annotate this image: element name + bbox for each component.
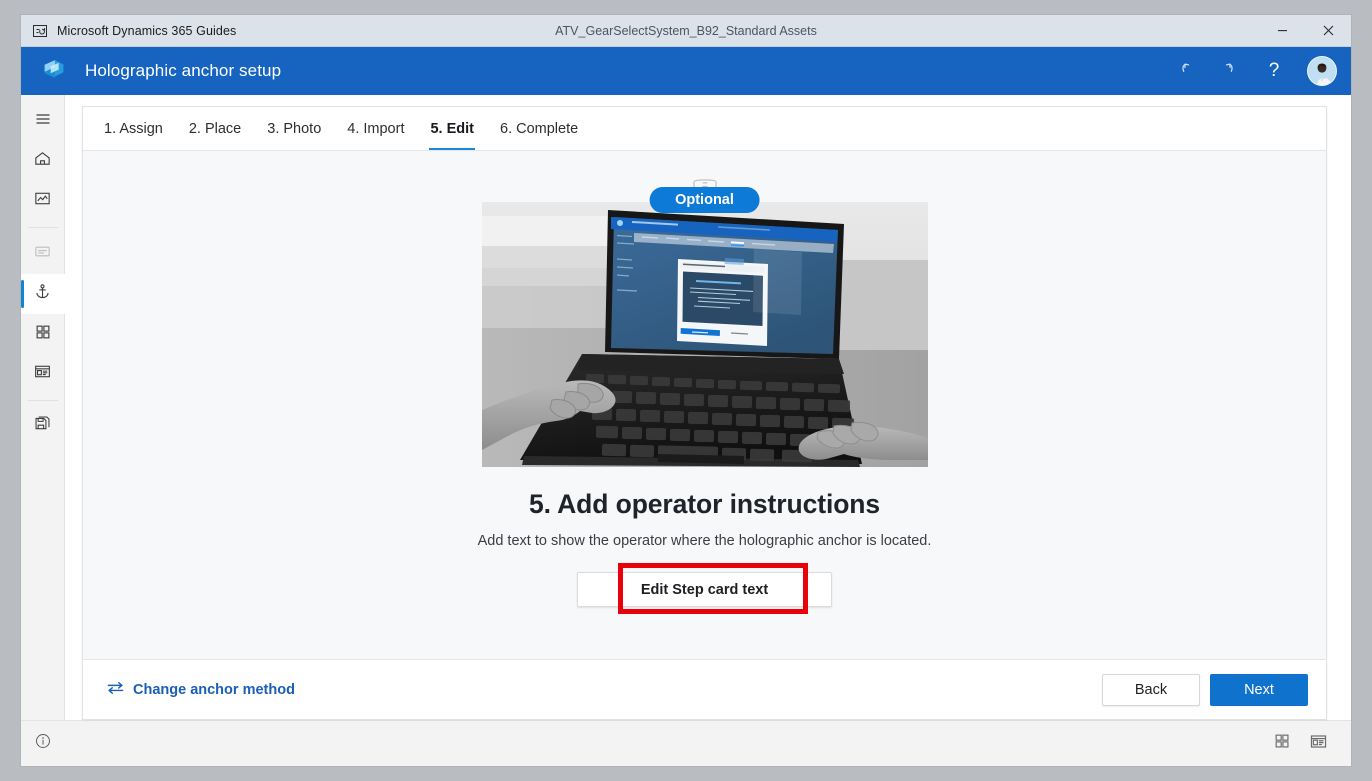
status-info-button[interactable] [21,732,65,755]
next-button-label: Next [1244,681,1274,698]
swap-arrows-icon [107,681,124,699]
sidebar-item-home[interactable] [21,141,65,181]
tab-label: 2. Place [188,120,242,137]
home-icon [33,149,52,173]
back-button[interactable]: Back [1102,673,1200,706]
tab-label: 1. Assign [104,120,163,137]
guides-app-icon [32,23,48,39]
optional-badge: Optional [649,187,760,213]
edit-step-card-text-button[interactable]: Edit Step card text [577,572,832,607]
status-view-toggles [1271,733,1351,755]
tab-label: 5. Edit [430,120,474,137]
rail-divider-2 [27,400,58,401]
hamburger-menu-icon [34,110,52,133]
step-description: Add text to show the operator where the … [477,533,932,549]
tab-import[interactable]: 4. Import [334,107,417,150]
tab-label: 4. Import [347,120,405,137]
wizard-footer: Change anchor method Back Next [83,659,1326,719]
brand: Holographic anchor setup [39,54,281,89]
tab-edit[interactable]: 5. Edit [417,107,487,150]
action-row: Edit Step card text [577,563,832,614]
sidebar-item-menu-toggle[interactable] [21,101,65,141]
tab-complete[interactable]: 6. Complete [487,107,591,150]
analytics-image-icon [33,189,52,213]
wizard-body: Optional 5. Add operator instructions Ad… [83,151,1326,659]
step-card-icon [33,362,52,386]
tab-place[interactable]: 2. Place [176,107,254,150]
tab-assign[interactable]: 1. Assign [91,107,176,150]
sidebar-item-outline[interactable] [21,234,65,274]
sidebar-item-step-card[interactable] [21,354,65,394]
redo-icon [1217,59,1236,83]
sidebar-item-anchor[interactable] [21,274,65,314]
tab-label: 3. Photo [267,120,322,137]
user-avatar[interactable] [1307,56,1337,86]
rail-divider [27,227,58,228]
save-copy-icon [33,415,52,439]
window-controls [1259,15,1351,47]
detail-view-button[interactable] [1307,733,1329,755]
question-mark-icon: ? [1268,60,1280,81]
edit-step-card-text-label: Edit Step card text [640,581,769,598]
sidebar-item-assets[interactable] [21,407,65,447]
change-anchor-method-label: Change anchor method [133,681,295,698]
title-bar: Microsoft Dynamics 365 Guides ATV_GearSe… [21,15,1351,47]
document-lines-icon [33,242,52,266]
next-button[interactable]: Next [1210,673,1308,706]
grid-view-icon [1273,732,1291,755]
undo-icon [1179,59,1198,83]
help-button[interactable]: ? [1257,54,1291,88]
step-heading: 5. Add operator instructions [528,489,881,519]
illustration-photo-hands-typing-laptop [481,202,928,467]
status-bar [21,720,1351,766]
detail-view-icon [1309,732,1328,756]
minimize-button[interactable] [1259,15,1305,47]
page-title: Holographic anchor setup [85,61,282,80]
app-window: Microsoft Dynamics 365 Guides ATV_GearSe… [20,14,1352,767]
content-area: 1. Assign 2. Place 3. Photo 4. Import 5.… [65,95,1351,720]
change-anchor-method-link[interactable]: Change anchor method [107,681,295,699]
illustration-wrapper: Optional [481,187,928,467]
title-bar-left: Microsoft Dynamics 365 Guides [21,23,236,39]
grid-squares-icon [34,323,52,346]
wizard-tabs: 1. Assign 2. Place 3. Photo 4. Import 5.… [83,107,1326,151]
header-actions: ? [1171,54,1337,88]
body: 1. Assign 2. Place 3. Photo 4. Import 5.… [21,95,1351,720]
redo-button[interactable] [1209,54,1243,88]
sidebar-item-analytics[interactable] [21,181,65,221]
undo-button[interactable] [1171,54,1205,88]
back-button-label: Back [1134,681,1168,698]
sidebar-item-steps-grid[interactable] [21,314,65,354]
footer-buttons: Back Next [1102,673,1308,706]
dynamics-guides-logo [39,54,69,89]
grid-view-button[interactable] [1271,733,1293,755]
app-header: Holographic anchor setup ? [21,47,1351,95]
close-button[interactable] [1305,15,1351,47]
app-title: Microsoft Dynamics 365 Guides [57,23,237,38]
tab-label: 6. Complete [500,120,579,137]
left-rail [21,95,65,720]
info-circle-icon [34,732,52,755]
wizard-card: 1. Assign 2. Place 3. Photo 4. Import 5.… [82,106,1327,720]
tab-photo[interactable]: 3. Photo [254,107,334,150]
anchor-icon [33,282,52,306]
